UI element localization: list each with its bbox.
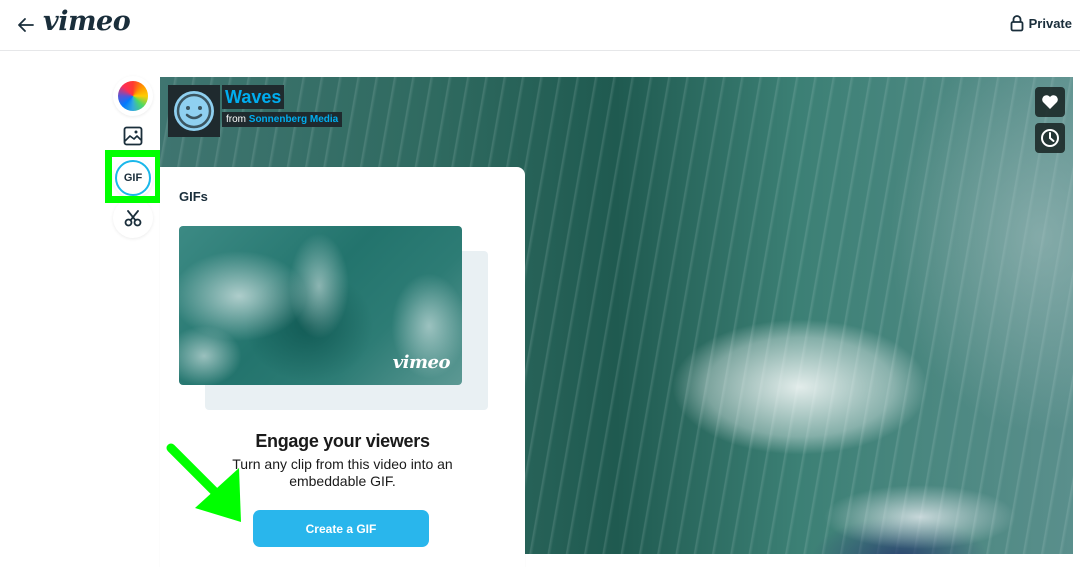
cta-heading: Engage your viewers: [255, 431, 430, 451]
video-title[interactable]: Waves: [222, 85, 285, 109]
gif-icon: GIF: [115, 160, 151, 196]
top-bar: vimeo Private: [0, 0, 1080, 51]
color-tool-button[interactable]: [113, 76, 153, 116]
player-side-actions: [1035, 87, 1065, 153]
watch-later-button[interactable]: [1035, 123, 1065, 153]
lock-icon: [1010, 15, 1024, 32]
gif-panel: GIFs vimeo Engage your viewers Turn any …: [160, 167, 525, 567]
author-link[interactable]: Sonnenberg Media: [249, 114, 338, 125]
color-wheel-icon: [118, 81, 148, 111]
panel-title: GIFs: [179, 189, 208, 204]
like-button[interactable]: [1035, 87, 1065, 117]
byline-prefix: from: [226, 114, 246, 125]
vimeo-watermark: vimeo: [392, 352, 451, 373]
back-button[interactable]: [15, 14, 37, 36]
heart-icon: [1042, 95, 1058, 109]
author-portrait[interactable]: [168, 85, 220, 137]
privacy-button[interactable]: Private: [1010, 14, 1072, 32]
clock-icon: [1041, 129, 1059, 147]
arrow-left-icon: [18, 18, 34, 32]
image-icon: [123, 126, 143, 146]
thumbnail-tool-button[interactable]: [113, 116, 153, 156]
smiley-avatar-icon: [174, 91, 214, 131]
gif-preview-image: vimeo: [179, 226, 462, 385]
trim-tool-button[interactable]: [113, 198, 153, 238]
gif-tool-button[interactable]: GIF: [113, 158, 153, 198]
scissors-icon: [124, 210, 142, 227]
video-title-block: Waves from Sonnenberg Media: [168, 85, 343, 137]
video-byline: from Sonnenberg Media: [222, 112, 343, 127]
privacy-label: Private: [1028, 15, 1072, 31]
cta-subtext: Turn any clip from this video into an em…: [232, 456, 453, 489]
create-gif-button[interactable]: Create a GIF: [253, 510, 429, 547]
vimeo-logo[interactable]: vimeo: [43, 6, 131, 37]
